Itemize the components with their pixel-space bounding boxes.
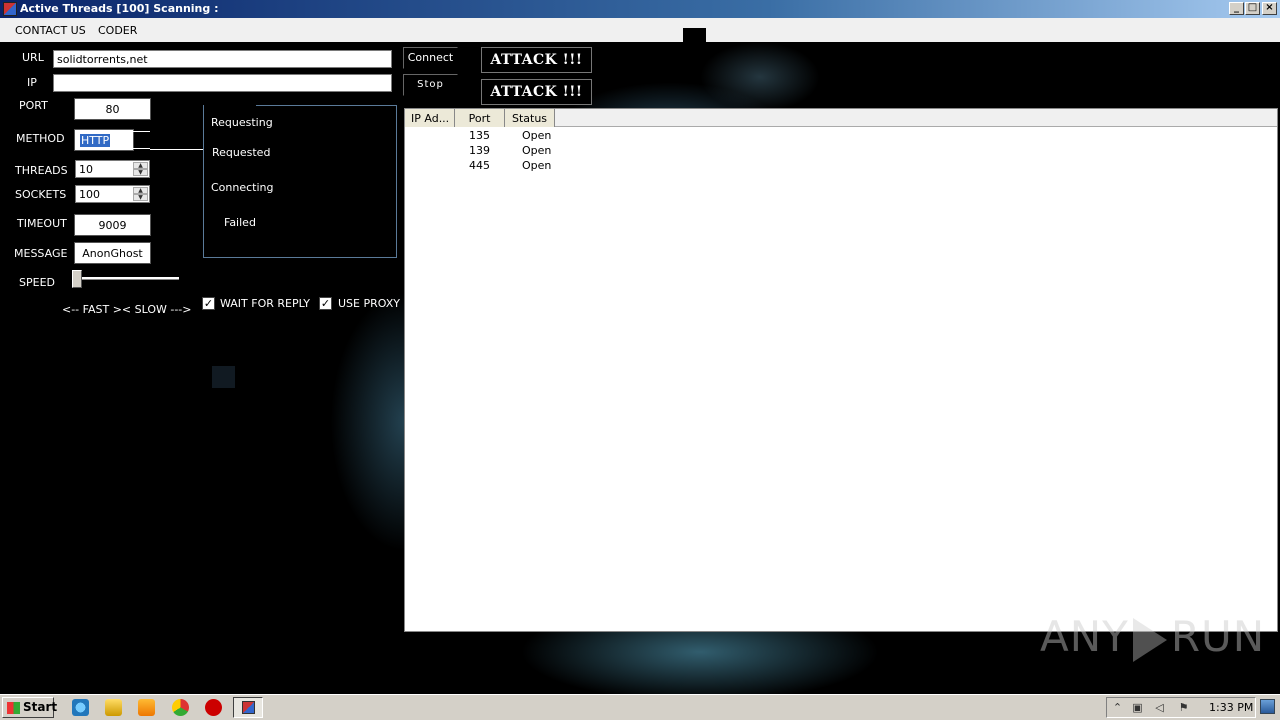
threads-label: THREADS (15, 164, 68, 177)
watermark-right: RUN (1170, 612, 1266, 661)
windows-logo-icon (7, 702, 20, 714)
row-port: 135 (469, 129, 490, 142)
opera-icon[interactable] (205, 699, 222, 716)
flag-icon[interactable]: ⚑ (1177, 701, 1190, 714)
attack-button[interactable]: ATTACK !!! (481, 79, 592, 105)
method-line (133, 131, 150, 132)
start-label: Start (23, 700, 58, 714)
wait-for-reply-checkbox[interactable]: ✓ (202, 297, 215, 310)
row-port: 139 (469, 144, 490, 157)
column-ip[interactable]: IP Ad... (405, 109, 455, 127)
timeout-input[interactable]: 9009 (74, 214, 151, 236)
message-input[interactable]: AnonGhost (74, 242, 151, 264)
column-port[interactable]: Port (455, 109, 505, 127)
sockets-value: 100 (79, 188, 100, 201)
close-button[interactable]: × (1262, 2, 1277, 15)
threads-stepper[interactable]: 10 ▲ ▼ (75, 160, 150, 178)
results-listview[interactable]: IP Ad... Port Status 135 Open 139 Open 4… (404, 108, 1278, 632)
speed-label: SPEED (19, 276, 55, 289)
row-status: Open (522, 144, 552, 157)
system-tray: ⌃ ▣ ◁ ⚑ 1:33 PM (1106, 697, 1256, 718)
row-status: Open (522, 159, 552, 172)
title-bar: Active Threads [100] Scanning : _ □ × (0, 0, 1280, 18)
row-status: Open (522, 129, 552, 142)
watermark-left: ANY (1040, 612, 1129, 661)
method-line (150, 149, 203, 150)
method-line (133, 148, 150, 149)
use-proxy-label: USE PROXY (338, 297, 400, 310)
ip-label: IP (27, 76, 37, 89)
sockets-stepper[interactable]: 100 ▲ ▼ (75, 185, 150, 203)
clock[interactable]: 1:33 PM (1209, 701, 1253, 714)
small-dark-square (212, 366, 235, 388)
port-input[interactable]: 80 (74, 98, 151, 120)
volume-icon[interactable]: ◁ (1153, 701, 1166, 714)
background-glow (700, 42, 820, 112)
connect-button[interactable]: Connect (403, 47, 458, 69)
port-label: PORT (19, 99, 48, 112)
app-icon (3, 2, 17, 16)
watermark: ANY RUN (1040, 612, 1265, 662)
black-block (683, 28, 706, 43)
table-row[interactable]: 139 Open (405, 144, 705, 159)
status-failed: Failed (224, 216, 256, 229)
maximize-button[interactable]: □ (1245, 2, 1260, 15)
chevron-up-icon[interactable]: ⌃ (1111, 701, 1124, 714)
column-status[interactable]: Status (505, 109, 555, 127)
spinner-arrows[interactable]: ▲ ▼ (133, 187, 148, 201)
menu-contact-us[interactable]: CONTACT US (15, 24, 86, 37)
table-row[interactable]: 445 Open (405, 159, 705, 174)
menu-coder[interactable]: CODER (98, 24, 137, 37)
use-proxy-checkbox[interactable]: ✓ (319, 297, 332, 310)
status-panel: Requesting Requested Connecting Failed (203, 105, 397, 258)
row-port: 445 (469, 159, 490, 172)
threads-value: 10 (79, 163, 93, 176)
taskbar-app-button[interactable] (233, 697, 263, 718)
method-label: METHOD (16, 132, 65, 145)
play-icon (1132, 617, 1167, 662)
menu-bar: CONTACT US CODER (0, 18, 1280, 43)
spinner-arrows[interactable]: ▲ ▼ (133, 162, 148, 176)
listview-header: IP Ad... Port Status (405, 109, 1277, 127)
show-desktop-button[interactable] (1260, 699, 1275, 714)
speed-slider-track[interactable] (75, 277, 179, 280)
status-requesting: Requesting (211, 116, 273, 129)
ip-input[interactable] (53, 74, 392, 92)
media-player-icon[interactable] (138, 699, 155, 716)
speed-hint: <-- FAST >< SLOW ---> (62, 303, 192, 316)
stop-button[interactable]: Stop (403, 74, 458, 96)
status-requested: Requested (212, 146, 271, 159)
wait-for-reply-label: WAIT FOR REPLY (220, 297, 310, 310)
url-input[interactable]: solidtorrents,net (53, 50, 392, 68)
url-label: URL (22, 51, 44, 64)
status-connecting: Connecting (211, 181, 274, 194)
network-icon[interactable]: ▣ (1131, 701, 1144, 714)
taskbar: Start ⌃ ▣ ◁ ⚑ 1:33 PM (0, 694, 1280, 720)
explorer-icon[interactable] (105, 699, 122, 716)
start-button[interactable]: Start (2, 697, 58, 718)
ie-icon[interactable] (72, 699, 89, 716)
sockets-label: SOCKETS (15, 188, 67, 201)
chrome-icon[interactable] (172, 699, 189, 716)
status-panel-gap (204, 105, 256, 107)
message-label: MESSAGE (14, 247, 68, 260)
minimize-button[interactable]: _ (1229, 2, 1244, 15)
speed-slider-thumb[interactable] (72, 270, 82, 288)
attack-button[interactable]: ATTACK !!! (481, 47, 592, 73)
timeout-label: TIMEOUT (17, 217, 67, 230)
window-title: Active Threads [100] Scanning : (20, 2, 219, 15)
table-row[interactable]: 135 Open (405, 129, 705, 144)
method-select[interactable]: HTTP (74, 129, 134, 151)
method-value: HTTP (80, 134, 111, 147)
app-icon (242, 701, 255, 714)
